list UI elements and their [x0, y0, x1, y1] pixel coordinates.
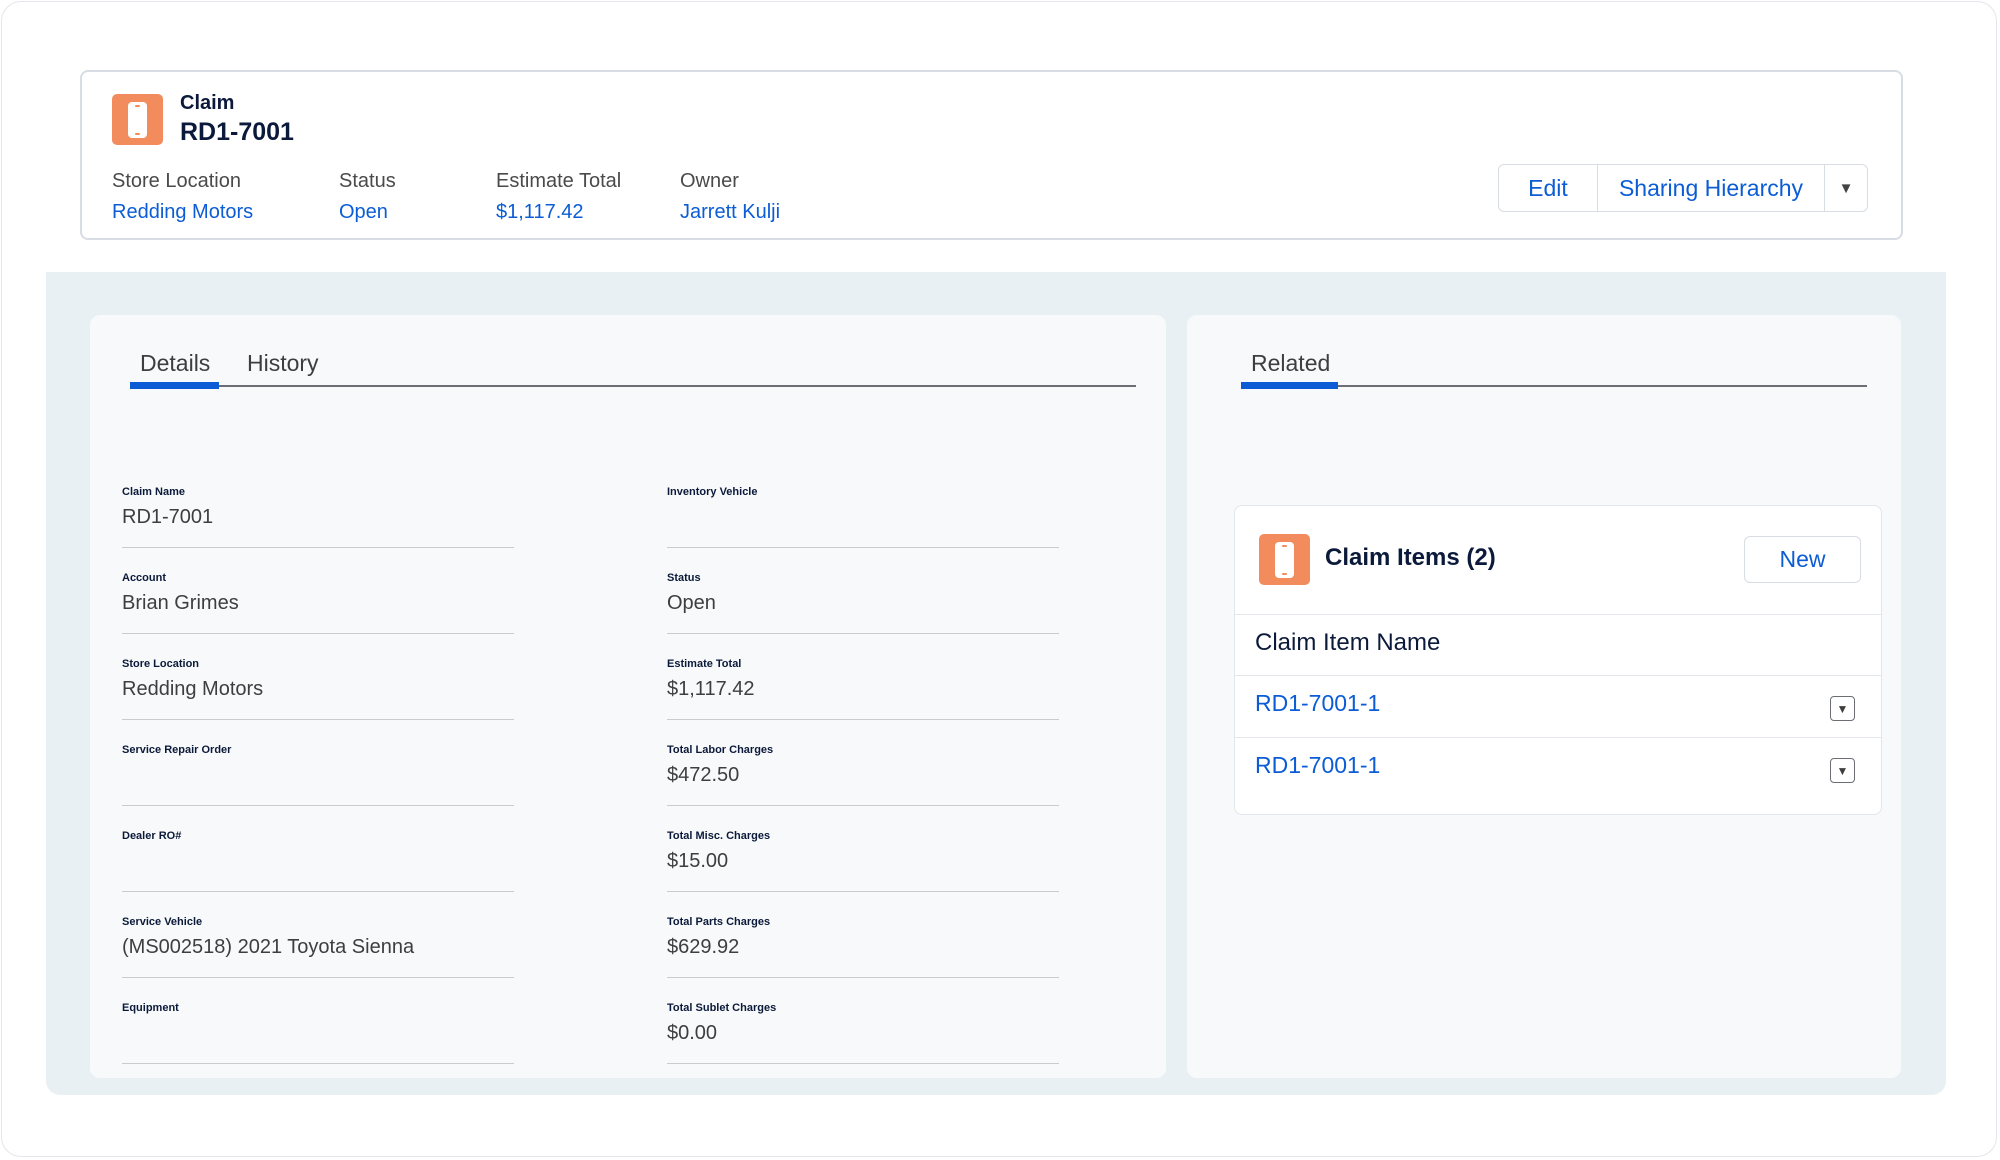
record-header: Claim RD1-7001 Store Location Redding Mo…: [80, 70, 1903, 240]
status-value: Open: [339, 201, 388, 223]
estimate-total-value: $1,117.42: [496, 201, 584, 223]
row-actions-chevron-icon[interactable]: ▼: [1830, 758, 1855, 783]
field-equipment: Equipment: [122, 1002, 514, 1064]
field-inventory-vehicle: Inventory Vehicle: [667, 486, 1059, 548]
claim-item-link[interactable]: RD1-7001-1: [1255, 752, 1380, 779]
details-tabset: Details History: [130, 345, 1136, 389]
related-tabset: Related: [1241, 345, 1867, 389]
record-title: RD1-7001: [180, 118, 294, 146]
field-account: Account Brian Grimes: [122, 572, 514, 634]
edit-button[interactable]: Edit: [1499, 165, 1598, 211]
field-store-location: Store Location Redding Motors: [122, 658, 514, 720]
store-location-link[interactable]: Redding Motors: [112, 201, 253, 224]
row-actions-chevron-icon[interactable]: ▼: [1830, 696, 1855, 721]
field-claim-name: Claim Name RD1-7001: [122, 486, 514, 548]
object-type-label: Claim: [180, 92, 235, 114]
related-list-title[interactable]: Claim Items (2): [1325, 544, 1496, 572]
phone-icon: [1259, 534, 1310, 585]
more-actions-chevron-icon[interactable]: ▼: [1825, 165, 1867, 211]
field-estimate-total: Estimate Total $1,117.42: [667, 658, 1059, 720]
new-button[interactable]: New: [1744, 536, 1861, 583]
tab-details[interactable]: Details: [140, 350, 210, 377]
header-action-group: Edit Sharing Hierarchy ▼: [1498, 164, 1868, 212]
related-list-claim-items: Claim Items (2) New Claim Item Name RD1-…: [1234, 505, 1882, 815]
highlight-owner: Owner Jarrett Kulji: [680, 170, 781, 224]
owner-link[interactable]: Jarrett Kulji: [680, 201, 780, 224]
field-total-parts-charges: Total Parts Charges $629.92: [667, 916, 1059, 978]
sharing-hierarchy-button[interactable]: Sharing Hierarchy: [1598, 165, 1825, 211]
highlight-estimate-total: Estimate Total $1,117.42: [496, 170, 622, 223]
list-item: RD1-7001-1 ▼: [1235, 738, 1881, 800]
field-total-labor-charges: Total Labor Charges $472.50: [667, 744, 1059, 806]
highlight-store-location: Store Location Redding Motors: [112, 170, 254, 224]
phone-icon: [112, 94, 163, 145]
list-item: RD1-7001-1 ▼: [1235, 676, 1881, 738]
active-tab-indicator: [1241, 382, 1338, 389]
field-total-sublet-charges: Total Sublet Charges $0.00: [667, 1002, 1059, 1064]
active-tab-indicator: [130, 382, 219, 389]
details-panel: Details History Claim Name RD1-7001 Acco…: [90, 315, 1166, 1078]
highlight-status: Status Open: [339, 170, 396, 223]
related-list-header: Claim Item Name: [1235, 614, 1881, 676]
field-service-repair-order: Service Repair Order: [122, 744, 514, 806]
field-dealer-ro: Dealer RO#: [122, 830, 514, 892]
claim-item-link[interactable]: RD1-7001-1: [1255, 690, 1380, 717]
tab-history[interactable]: History: [247, 350, 319, 377]
related-panel: Related Claim Items (2) New Claim Item N…: [1187, 315, 1901, 1078]
field-total-misc-charges: Total Misc. Charges $15.00: [667, 830, 1059, 892]
tab-related[interactable]: Related: [1251, 350, 1330, 377]
field-service-vehicle: Service Vehicle (MS002518) 2021 Toyota S…: [122, 916, 514, 978]
field-status: Status Open: [667, 572, 1059, 634]
column-header-claim-item-name: Claim Item Name: [1255, 629, 1441, 656]
